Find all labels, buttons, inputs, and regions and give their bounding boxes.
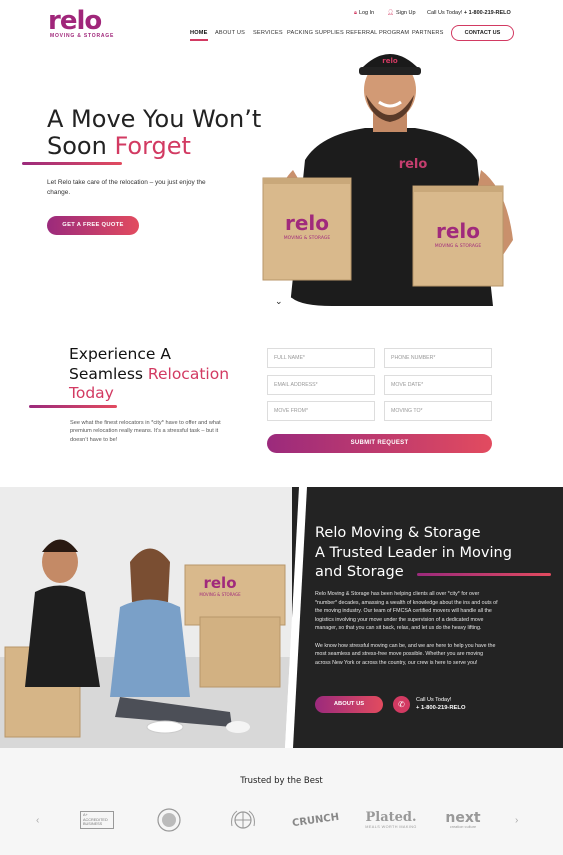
form-title-line2: Seamless bbox=[69, 364, 148, 383]
nav-services[interactable]: SERVICES bbox=[253, 30, 283, 36]
nav-active-underline bbox=[190, 39, 208, 41]
about-text: Relo Moving & Storage has been helping c… bbox=[315, 590, 500, 667]
phone-icon[interactable]: ✆ bbox=[393, 696, 410, 713]
plated-logo-sub: MEALS WORTH MAKING bbox=[365, 825, 417, 829]
svg-text:relo: relo bbox=[382, 57, 398, 65]
about-paragraph-2: We know how stressful moving can be, and… bbox=[315, 642, 496, 666]
next-logo: next creation·culture bbox=[438, 806, 488, 834]
diagonal-divider-front bbox=[285, 487, 307, 748]
contact-us-button[interactable]: CONTACT US bbox=[451, 25, 514, 41]
svg-text:relo: relo bbox=[399, 157, 428, 172]
header-call-number: + 1-800-219-RELO bbox=[463, 10, 511, 16]
trusted-section bbox=[0, 748, 563, 855]
hero-accent-line bbox=[22, 162, 122, 165]
lock-icon: 🔒︎ bbox=[354, 10, 357, 16]
about-call-number[interactable]: + 1-800-219-RELO bbox=[416, 705, 465, 711]
full-name-field[interactable]: FULL NAME* bbox=[267, 348, 375, 368]
about-title-line2: A Trusted Leader in Moving bbox=[315, 544, 512, 561]
user-icon: 👤︎ bbox=[387, 10, 394, 16]
carousel-next-arrow-icon[interactable]: › bbox=[515, 815, 518, 826]
header-call-label: Call Us Today! bbox=[427, 10, 463, 16]
header-call[interactable]: Call Us Today! + 1-800-219-RELO bbox=[427, 10, 511, 16]
form-section-title: Experience A Seamless Relocation Today bbox=[69, 345, 229, 404]
hero-title-accent: Forget bbox=[114, 132, 191, 160]
crunch-logo: CRUNCH bbox=[292, 806, 340, 834]
submit-request-button[interactable]: SUBMIT REQUEST bbox=[267, 434, 492, 453]
form-title-line3: Today bbox=[69, 384, 114, 402]
hero-title-line2: Soon bbox=[47, 132, 115, 160]
signup-label: Sign Up bbox=[395, 10, 416, 16]
nav-partners[interactable]: PARTNERS bbox=[412, 30, 444, 36]
plated-logo-text: Plated. bbox=[365, 810, 417, 825]
about-accent-line bbox=[417, 573, 551, 576]
move-to-field[interactable]: MOVING TO* bbox=[384, 401, 492, 421]
nav-referral-program[interactable]: REFERRAL PROGRAM bbox=[346, 30, 409, 36]
trusted-title: Trusted by the Best bbox=[240, 776, 323, 786]
phone-field[interactable]: PHONE NUMBER* bbox=[384, 348, 492, 368]
move-date-field[interactable]: MOVE DATE* bbox=[384, 375, 492, 395]
government-seal-logo bbox=[156, 806, 182, 834]
plated-logo: Plated. MEALS WORTH MAKING bbox=[361, 806, 421, 834]
form-accent-line bbox=[29, 405, 117, 408]
hero-title-line1: A Move You Won’t bbox=[47, 105, 262, 133]
seal-icon bbox=[157, 808, 181, 832]
about-paragraph-1: Relo Moving & Storage has been helping c… bbox=[315, 591, 498, 632]
nav-home[interactable]: HOME bbox=[190, 30, 208, 36]
form-title-accent: Relocation bbox=[147, 364, 230, 383]
brand-tagline: MOVING & STORAGE bbox=[50, 33, 115, 39]
un-globe-icon bbox=[231, 810, 255, 829]
hero-subtext: Let Relo take care of the relocation – y… bbox=[47, 179, 206, 196]
scroll-down-chevron-icon[interactable]: ⌄ bbox=[275, 296, 283, 307]
free-quote-button[interactable]: GET A FREE QUOTE bbox=[47, 216, 139, 235]
un-emblem-logo bbox=[228, 806, 258, 834]
couple-illustration: relo MOVING & STORAGE bbox=[0, 487, 300, 748]
about-title-line1: Relo Moving & Storage bbox=[315, 525, 481, 541]
svg-text:MOVING & STORAGE: MOVING & STORAGE bbox=[435, 243, 482, 249]
move-from-field[interactable]: MOVE FROM* bbox=[267, 401, 375, 421]
next-logo-sub: creation·culture bbox=[449, 825, 477, 829]
email-field[interactable]: EMAIL ADDRESS* bbox=[267, 375, 375, 395]
login-link[interactable]: 🔒︎ Log In bbox=[354, 10, 374, 17]
form-section-text: See what the finest relocators in *city*… bbox=[70, 420, 221, 443]
about-call-label: Call Us Today! bbox=[416, 697, 452, 703]
svg-text:MOVING & STORAGE: MOVING & STORAGE bbox=[284, 235, 331, 241]
nav-packing-supplies[interactable]: PACKING SUPPLIES bbox=[287, 30, 344, 36]
svg-text:relo: relo bbox=[203, 574, 236, 592]
signup-link[interactable]: 👤︎ Sign Up bbox=[387, 10, 416, 16]
svg-text:MOVING & STORAGE: MOVING & STORAGE bbox=[199, 592, 241, 597]
svg-text:relo: relo bbox=[285, 211, 329, 235]
form-title-line1: Experience A bbox=[69, 345, 171, 363]
next-logo-text: next bbox=[445, 810, 481, 826]
brand-logo[interactable]: relo bbox=[48, 8, 102, 34]
login-label: Log In bbox=[358, 10, 375, 16]
carousel-prev-arrow-icon[interactable]: ‹ bbox=[36, 815, 39, 826]
about-us-button[interactable]: ABOUT US bbox=[315, 696, 383, 713]
svg-text:relo: relo bbox=[436, 219, 480, 243]
nav-about-us[interactable]: ABOUT US bbox=[215, 30, 245, 36]
hero-title: A Move You Won’t Soon Forget bbox=[47, 106, 261, 160]
hero-mover-image: relo relo relo MOVING & STORAGE relo MOV… bbox=[262, 54, 513, 306]
crunch-logo-text: CRUNCH bbox=[291, 811, 341, 829]
bbb-logo-text: A+ ACCREDITED BUSINESS bbox=[80, 811, 114, 829]
couple-moving-image: relo MOVING & STORAGE bbox=[0, 487, 300, 748]
bbb-logo: A+ ACCREDITED BUSINESS bbox=[78, 806, 116, 834]
